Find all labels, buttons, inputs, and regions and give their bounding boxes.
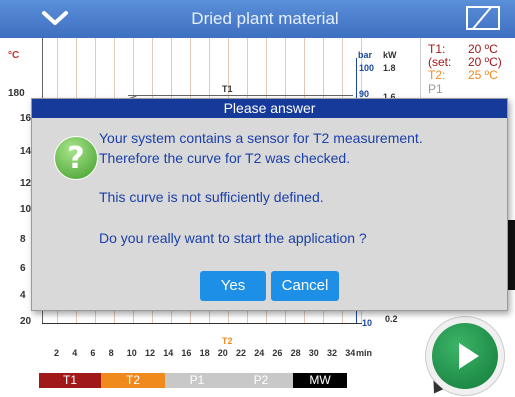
question-icon: ?: [54, 136, 98, 180]
split-view-icon[interactable]: [466, 6, 500, 30]
p1-label: P1: [428, 82, 443, 96]
legend-p2[interactable]: P2: [229, 373, 293, 388]
x-tick-label: 34: [345, 348, 356, 358]
y-tick-label: 10: [20, 204, 32, 215]
dialog-title: Please answer: [32, 99, 507, 118]
legend-t1[interactable]: T1: [39, 373, 101, 388]
t1-label: T1:: [428, 42, 446, 56]
setpoint-value: 20 ºC): [468, 55, 502, 69]
dialog-message-line-2: Therefore the curve for T2 was checked.: [99, 150, 351, 166]
x-tick-label: 16: [181, 348, 192, 358]
t2-label: T2:: [428, 68, 446, 82]
y-tick-label: 12: [20, 178, 32, 189]
y-tick-label: 180: [8, 88, 25, 99]
title-bar: Dried plant material: [0, 0, 515, 38]
dialog-message-line-4: Do you really want to start the applicat…: [99, 230, 367, 246]
confirm-dialog: Please answer ? Your system contains a s…: [31, 98, 508, 311]
dialog-message-line-1: Your system contains a sensor for T2 mea…: [99, 130, 423, 146]
y-tick-label: 14: [20, 146, 32, 157]
x-tick-label: 18: [199, 348, 210, 358]
y-tick-label: 16: [20, 113, 32, 124]
x-axis-unit: min: [356, 348, 373, 358]
x-tick-label: 20: [217, 348, 228, 358]
x-tick-label: 4: [72, 348, 78, 358]
x-tick-label: 32: [327, 348, 338, 358]
setpoint-label: (set:: [428, 55, 452, 69]
page-title: Dried plant material: [191, 9, 339, 28]
legend-t2[interactable]: T2: [101, 373, 165, 388]
t2-value: 25 ºC: [468, 68, 498, 82]
dialog-message-line-3: This curve is not sufficiently defined.: [99, 189, 324, 205]
x-tick-label: 26: [272, 348, 283, 358]
y-right-kw-tick: 1.8: [383, 63, 396, 73]
y-left-unit: °C: [8, 50, 20, 61]
x-axis: [42, 323, 362, 324]
y-tick-label: 4: [20, 290, 26, 301]
x-tick-label: 6: [90, 348, 96, 358]
x-tick-label: 24: [254, 348, 265, 358]
t1-curve: [128, 95, 353, 96]
x-tick-label: 30: [308, 348, 319, 358]
y-right-unit-bar: bar: [358, 50, 373, 60]
x-tick-label: 14: [163, 348, 174, 358]
t1-value: 20 ºC: [468, 42, 498, 56]
x-tick-label: 8: [108, 348, 114, 358]
y-right-unit-kw: kW: [383, 50, 397, 60]
x-tick-label: 28: [290, 348, 301, 358]
t2-series-label: T2: [222, 336, 233, 346]
y-tick-label: 6: [20, 263, 26, 274]
y-tick-label: 20: [20, 316, 32, 327]
play-icon: [459, 343, 479, 369]
y-right-bar-tick: 10: [362, 318, 373, 328]
y-right-kw-tick: 0.2: [385, 314, 398, 324]
x-tick-label: 10: [126, 348, 137, 358]
x-tick-label: 22: [236, 348, 247, 358]
yes-button[interactable]: Yes: [200, 271, 266, 301]
chevron-down-icon[interactable]: [38, 7, 72, 29]
x-tick-label: 2: [54, 348, 60, 358]
y-right-bar-tick: 100: [359, 63, 375, 73]
legend-p1[interactable]: P1: [165, 373, 229, 388]
x-tick-label: 12: [145, 348, 156, 358]
legend-mw[interactable]: MW: [293, 373, 347, 388]
t1-series-label: T1: [222, 84, 233, 94]
y-tick-label: 8: [20, 234, 26, 245]
cancel-button[interactable]: Cancel: [271, 271, 339, 301]
